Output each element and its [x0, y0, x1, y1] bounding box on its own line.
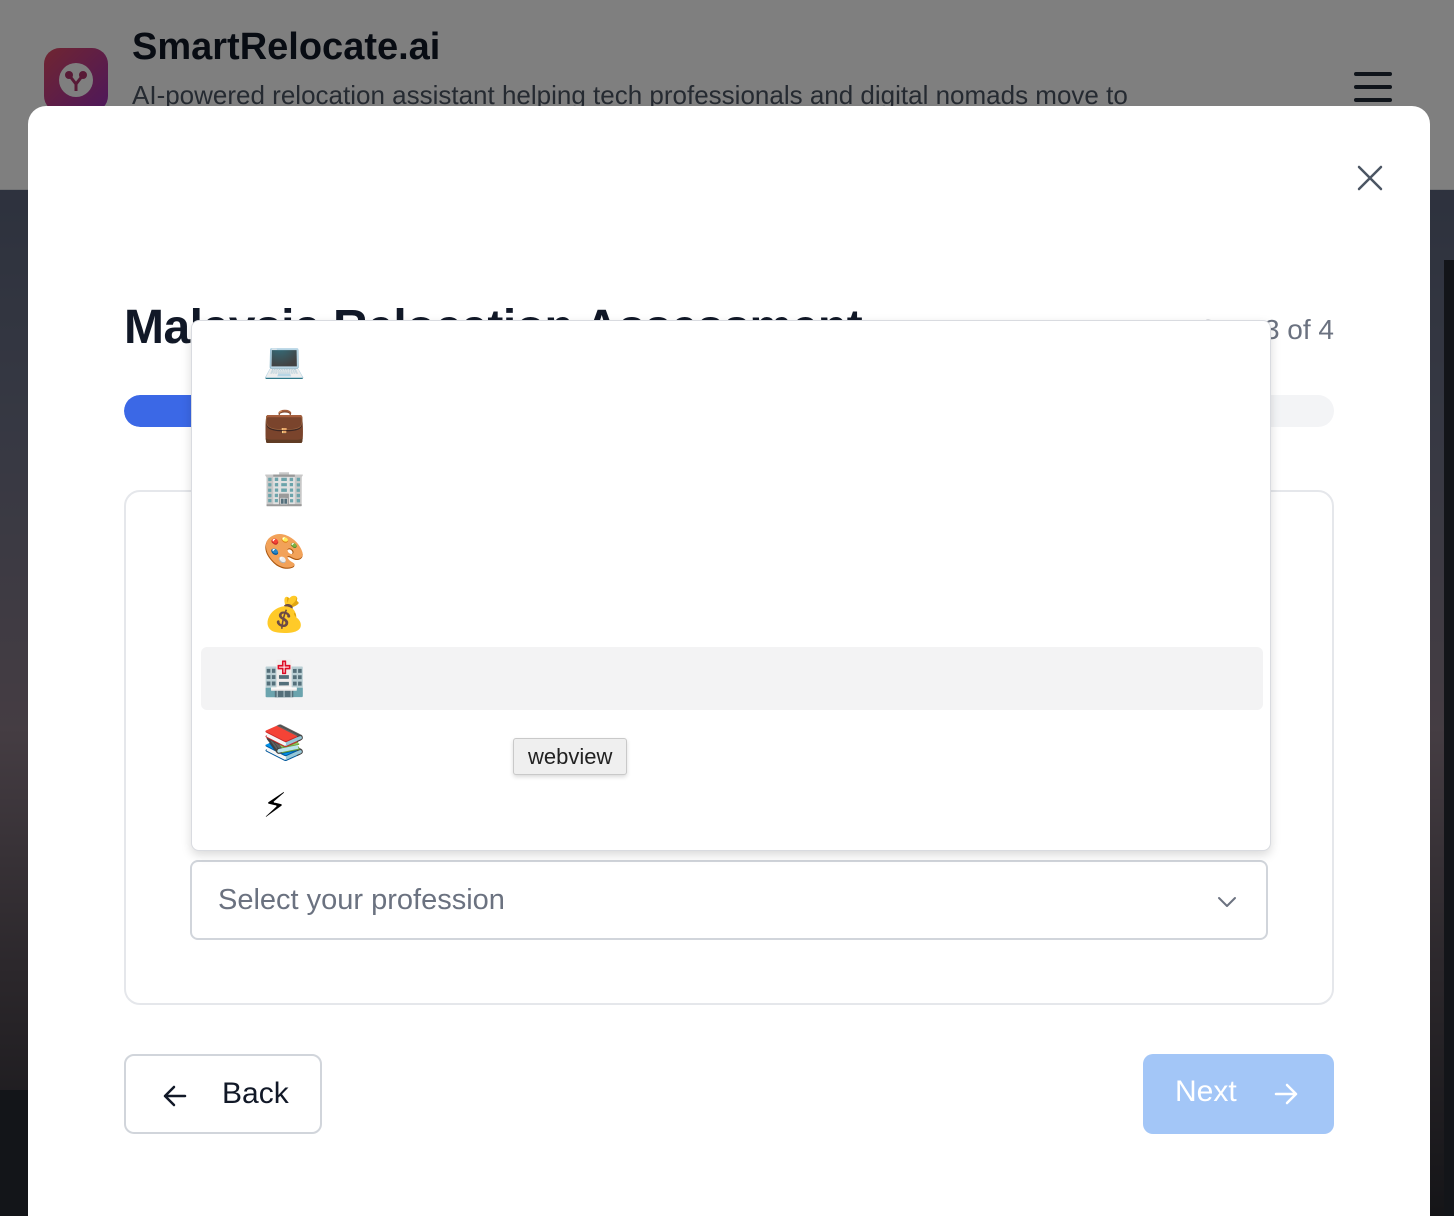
office-building-icon: 🏢 [263, 468, 306, 509]
briefcase-icon: 💼 [263, 404, 306, 445]
profession-option[interactable]: 💰 [201, 583, 1263, 646]
profession-option[interactable]: 🏢 [201, 456, 1263, 519]
next-button-label: Next [1175, 1075, 1237, 1108]
profession-select-placeholder: Select your profession [218, 884, 505, 916]
money-bag-icon: 💰 [263, 595, 306, 636]
artist-palette-icon: 🎨 [263, 531, 306, 572]
webview-tooltip: webview [513, 738, 628, 775]
books-icon: 📚 [263, 722, 306, 763]
lightning-icon: ⚡ [263, 786, 287, 827]
profession-option[interactable]: 💼 [201, 393, 1263, 456]
profession-option[interactable]: 💻 [201, 329, 1263, 392]
profession-select[interactable]: Select your profession [190, 860, 1268, 940]
close-icon[interactable] [1356, 164, 1384, 192]
next-button[interactable]: Next [1143, 1054, 1334, 1134]
profession-option[interactable]: ⚡ [201, 774, 1263, 837]
profession-dropdown-list[interactable]: 💻 💼 🏢 🎨 💰 🏥 📚 ⚡ [191, 320, 1271, 851]
arrow-right-icon [1274, 1083, 1298, 1105]
chevron-down-icon [1218, 897, 1236, 907]
arrow-left-icon [163, 1085, 187, 1107]
profession-option[interactable]: 📚 [201, 711, 1263, 774]
profession-option[interactable]: 🏥 [201, 647, 1263, 710]
back-button-label: Back [222, 1077, 289, 1110]
profession-option[interactable]: 🎨 [201, 520, 1263, 583]
laptop-icon: 💻 [263, 341, 306, 381]
hospital-icon: 🏥 [263, 659, 306, 699]
back-button[interactable]: Back [124, 1054, 322, 1134]
